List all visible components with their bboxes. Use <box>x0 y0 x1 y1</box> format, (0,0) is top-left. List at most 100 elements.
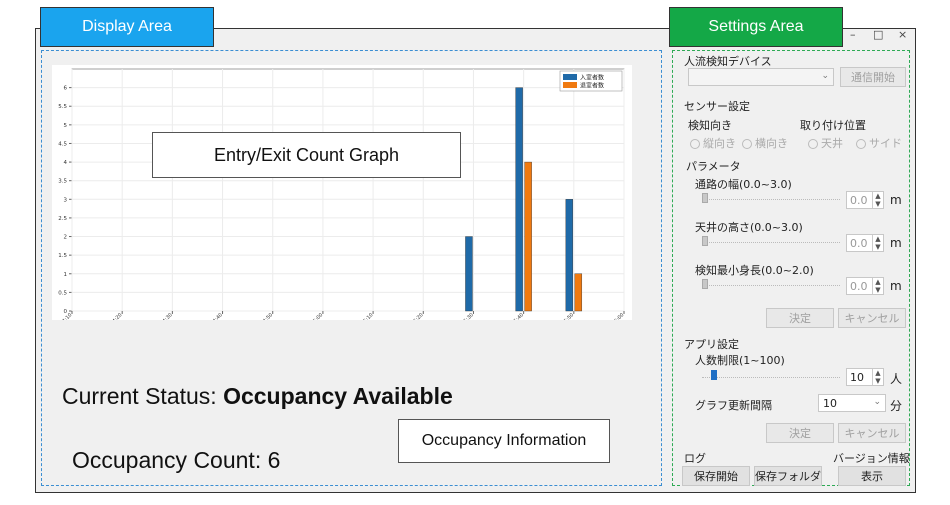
y-tick-label: 0.5 <box>58 290 67 296</box>
legend-swatch <box>563 82 577 88</box>
y-tick-label: 4.5 <box>58 141 67 147</box>
refresh-select[interactable]: 10 ⌄ <box>818 394 886 412</box>
chevron-down-icon: ⌄ <box>873 397 881 407</box>
chevron-down-icon: ⌄ <box>821 71 829 81</box>
status-prefix: Current Status: <box>62 383 224 409</box>
maximize-icon[interactable]: □ <box>873 28 883 44</box>
minh-slider-thumb[interactable] <box>702 279 708 289</box>
spin-arrows-icon[interactable]: ▲ ▼ <box>872 278 883 294</box>
y-tick-label: 2.5 <box>58 216 67 222</box>
x-tick-label: 2024/06/19 14:30 <box>138 312 174 320</box>
chart-svg: 00.511.522.533.544.555.562024/06/19 14:1… <box>37 68 625 348</box>
refresh-value: 10 <box>823 396 837 410</box>
version-title: バージョン情報 <box>833 452 910 465</box>
mount-option-ceiling-label: 天井 <box>821 137 843 150</box>
direction-option-vertical-label: 縦向き <box>703 137 736 150</box>
x-tick-label: 2024/06/19 15:00 <box>288 312 324 320</box>
y-tick-label: 6 <box>64 86 68 92</box>
limit-slider-thumb[interactable] <box>711 370 717 380</box>
x-tick-label: 2024/06/19 14:50 <box>238 312 274 320</box>
display-area-label: Display Area <box>40 7 214 47</box>
height-unit: m <box>890 236 902 250</box>
minh-unit: m <box>890 279 902 293</box>
param-title: パラメータ <box>686 160 741 173</box>
x-tick-label: 2024/06/19 15:30 <box>439 312 475 320</box>
spin-arrows-icon[interactable]: ▲ ▼ <box>872 369 883 385</box>
legend-label: 入室者数 <box>580 74 604 82</box>
y-tick-label: 3.5 <box>58 179 67 185</box>
save-folder-button[interactable]: 保存フォルダ <box>754 466 822 486</box>
width-slider[interactable] <box>702 199 840 200</box>
mount-option-ceiling[interactable]: 天井 <box>808 135 843 151</box>
mount-title: 取り付け位置 <box>800 119 866 132</box>
info-annotation: Occupancy Information <box>398 419 610 463</box>
minh-value: 0.0 <box>850 279 868 293</box>
width-value: 0.0 <box>850 193 868 207</box>
minimize-icon[interactable]: – <box>850 28 856 44</box>
status-value: Occupancy Available <box>223 383 453 409</box>
legend-label: 退室者数 <box>580 82 604 90</box>
limit-label: 人数制限(1~100) <box>695 354 785 367</box>
height-spinbox[interactable]: 0.0 ▲ ▼ <box>846 234 884 252</box>
x-tick-label: 2024/06/19 15:10 <box>339 312 375 320</box>
height-slider-thumb[interactable] <box>702 236 708 246</box>
legend-swatch <box>563 74 577 80</box>
width-spinbox[interactable]: 0.0 ▲ ▼ <box>846 191 884 209</box>
width-label: 通路の幅(0.0~3.0) <box>695 178 792 191</box>
bar-entry <box>465 236 473 312</box>
limit-value: 10 <box>850 370 864 384</box>
y-tick-label: 5 <box>64 123 68 129</box>
x-tick-label: 2024/06/19 15:40 <box>489 312 525 320</box>
limit-slider[interactable] <box>702 377 840 378</box>
x-tick-label: 2024/06/19 14:20 <box>88 312 124 320</box>
direction-option-vertical[interactable]: 縦向き <box>690 135 736 151</box>
width-slider-thumb[interactable] <box>702 193 708 203</box>
entry-exit-chart: 00.511.522.533.544.555.562024/06/19 14:1… <box>37 65 632 348</box>
minh-slider[interactable] <box>702 285 840 286</box>
bar-entry <box>515 87 523 312</box>
sensor-cancel-button[interactable]: キャンセル <box>838 308 906 328</box>
device-title: 人流検知デバイス <box>684 55 772 68</box>
save-start-button[interactable]: 保存開始 <box>682 466 750 486</box>
close-icon[interactable]: × <box>898 28 907 44</box>
height-slider[interactable] <box>702 242 840 243</box>
y-tick-label: 3 <box>64 197 68 203</box>
height-value: 0.0 <box>850 236 868 250</box>
direction-title: 検知向き <box>688 119 732 132</box>
bar-exit <box>524 161 532 312</box>
minh-label: 検知最小身長(0.0~2.0) <box>695 264 814 277</box>
y-tick-label: 1.5 <box>58 253 67 259</box>
x-tick-label: 2024/06/19 15:50 <box>539 312 575 320</box>
width-unit: m <box>890 193 902 207</box>
x-tick-label: 2024/06/19 14:40 <box>188 312 224 320</box>
limit-spinbox[interactable]: 10 ▲ ▼ <box>846 368 884 386</box>
y-tick-label: 2 <box>64 235 68 241</box>
direction-option-horizontal[interactable]: 横向き <box>742 135 788 151</box>
radio-icon <box>690 139 700 149</box>
spin-arrows-icon[interactable]: ▲ ▼ <box>872 235 883 251</box>
x-tick-label: 2024/06/19 16:00 <box>589 312 625 320</box>
minh-spinbox[interactable]: 0.0 ▲ ▼ <box>846 277 884 295</box>
y-tick-label: 4 <box>64 160 68 166</box>
device-select[interactable]: ⌄ <box>688 68 834 86</box>
sensor-decide-button[interactable]: 決定 <box>766 308 834 328</box>
start-comm-button[interactable]: 通信開始 <box>840 67 906 87</box>
radio-icon <box>742 139 752 149</box>
log-title: ログ <box>684 452 706 465</box>
mount-option-side[interactable]: サイド <box>856 135 902 151</box>
spin-arrows-icon[interactable]: ▲ ▼ <box>872 192 883 208</box>
x-tick-label: 2024/06/19 15:20 <box>389 312 425 320</box>
y-tick-label: 5.5 <box>58 104 67 110</box>
app-title: アプリ設定 <box>684 338 739 351</box>
radio-icon <box>808 139 818 149</box>
current-status: Current Status: Occupancy Available <box>62 383 453 410</box>
limit-unit: 人 <box>890 372 903 386</box>
bar-exit <box>574 273 583 312</box>
plot-frame <box>71 68 625 312</box>
show-version-button[interactable]: 表示 <box>838 466 906 486</box>
refresh-label: グラフ更新間隔 <box>695 399 772 412</box>
app-decide-button[interactable]: 決定 <box>766 423 834 443</box>
direction-option-horizontal-label: 横向き <box>755 137 788 150</box>
app-cancel-button[interactable]: キャンセル <box>838 423 906 443</box>
bar-entry <box>565 199 574 312</box>
